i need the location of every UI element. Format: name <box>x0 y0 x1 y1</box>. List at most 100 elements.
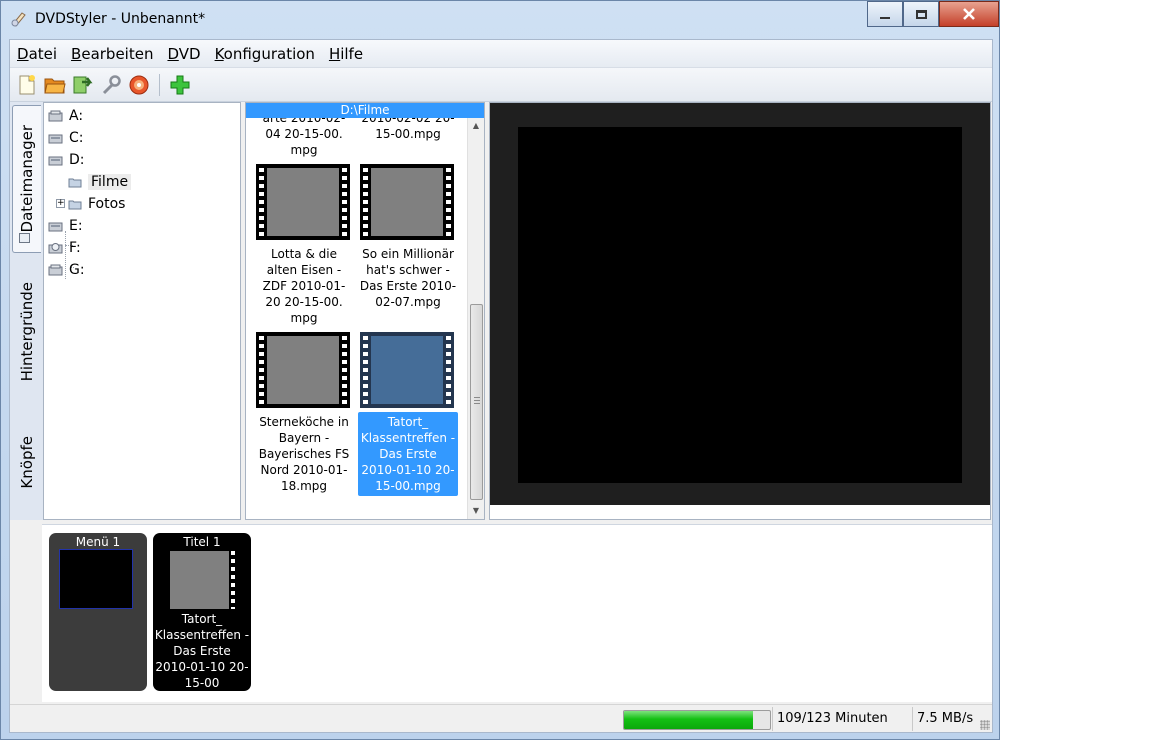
vertical-scrollbar[interactable]: ▲ ▼ <box>467 118 484 519</box>
add-button[interactable] <box>166 71 194 99</box>
file-grid: arte 2010-02- 04 20-15-00. mpg 2010-02-0… <box>246 118 468 519</box>
drive-icon <box>48 134 63 144</box>
video-thumbnail[interactable] <box>360 164 454 240</box>
file-item-label: Sterneköche in Bayern - Bayerisches FS N… <box>254 412 354 496</box>
minimize-button[interactable] <box>867 1 903 27</box>
status-bar: 109/123 Minuten 7.5 MB/s <box>10 704 992 732</box>
app-window: DVDStyler - Unbenannt* Datei Bearbeiten … <box>0 0 1000 740</box>
tab-knoepfe-label: Knöpfe <box>17 435 36 489</box>
titleset-panel: Menü 1 Titel 1 Tatort_ Klassentreffen - … <box>42 524 992 702</box>
disc-usage-progress <box>623 710 771 730</box>
tab-dateimanager-label: Dateimanager <box>18 125 36 233</box>
duration-text: 109/123 Minuten <box>777 711 888 726</box>
cd-drive-icon <box>48 243 63 254</box>
menu-datei-label: Datei <box>17 44 58 63</box>
folder-icon <box>68 178 82 187</box>
menu-konfiguration-label: Konfiguration <box>214 44 315 63</box>
grip-icon <box>474 397 480 404</box>
file-item-label: 2010-02-02 20- 15-00.mpg <box>361 118 455 141</box>
close-button[interactable] <box>939 1 999 27</box>
video-frame <box>267 168 339 236</box>
menu-konfiguration[interactable]: Konfiguration <box>208 45 322 63</box>
title-label-line: Klassentreffen - <box>154 628 250 642</box>
file-item[interactable]: Lotta & die alten Eisen - ZDF 2010-01- 2… <box>254 244 354 328</box>
file-label-line: Das Erste 2010- <box>359 279 457 293</box>
video-thumbnail[interactable] <box>256 332 350 408</box>
tab-dateimanager[interactable]: Dateimanager <box>12 105 41 253</box>
file-label-line: 2010-01-10 20- <box>361 463 455 477</box>
menu-canvas[interactable] <box>518 127 962 483</box>
burn-disc-icon <box>129 75 149 94</box>
file-label-line: Lotta & die <box>271 247 337 261</box>
tree-drive-c[interactable]: C: <box>48 128 84 148</box>
film-perforation <box>259 168 264 236</box>
tree-folder-label: Fotos <box>88 196 126 212</box>
tree-folder-filme[interactable]: Filme <box>68 172 132 192</box>
maximize-button[interactable] <box>903 1 939 27</box>
tree-drive-label: C: <box>69 130 84 146</box>
file-label-line: 20 20-15-00. <box>265 295 343 309</box>
video-thumbnail[interactable] <box>256 164 350 240</box>
film-perforation <box>342 336 347 404</box>
menu-card-caption: Menü 1 <box>75 535 121 549</box>
tree-drive-e[interactable]: E: <box>48 216 83 236</box>
tree-drive-a[interactable]: A: <box>48 106 83 126</box>
directory-tree[interactable]: A: C: D: Filme + Fotos E: F: G: <box>43 102 241 520</box>
menu-datei[interactable]: Datei <box>10 45 64 63</box>
client-area: Datei Bearbeiten DVD Konfiguration Hilfe <box>9 39 993 733</box>
title-label-line: 2010-01-10 20- <box>155 660 249 674</box>
film-perforation <box>342 168 347 236</box>
file-browser[interactable]: D:\Filme arte 2010-02- 04 20-15-00. mpg … <box>245 102 485 520</box>
file-item[interactable]: Sterneköche in Bayern - Bayerisches FS N… <box>254 412 354 496</box>
title-card-caption: Titel 1 <box>183 535 221 549</box>
menu-bearbeiten-label: Bearbeiten <box>71 44 154 63</box>
file-manager-tab-icon <box>19 233 30 243</box>
file-label-line: Bayern - <box>278 431 330 445</box>
menu-bearbeiten[interactable]: Bearbeiten <box>64 45 160 63</box>
duration-segment: 109/123 Minuten <box>772 707 912 731</box>
menu-hilfe[interactable]: Hilfe <box>322 45 370 63</box>
resize-grip-icon[interactable] <box>980 720 990 730</box>
video-thumbnail-selected[interactable] <box>360 332 454 408</box>
tree-drive-f[interactable]: F: <box>48 238 81 258</box>
save-button[interactable] <box>69 71 97 99</box>
menu-card[interactable]: Menü 1 <box>49 533 147 691</box>
title-label-line: Das Erste <box>173 644 231 658</box>
settings-button[interactable] <box>97 71 125 99</box>
file-item-partial[interactable]: 2010-02-02 20- 15-00.mpg <box>358 118 458 144</box>
file-item-partial[interactable]: arte 2010-02- 04 20-15-00. mpg <box>254 118 354 160</box>
burn-button[interactable] <box>125 71 153 99</box>
file-item-label: Lotta & die alten Eisen - ZDF 2010-01- 2… <box>254 244 354 328</box>
open-button[interactable] <box>41 71 69 99</box>
scroll-down-arrow-icon[interactable]: ▼ <box>468 503 484 519</box>
scroll-up-arrow-icon[interactable]: ▲ <box>468 118 484 134</box>
file-item-selected[interactable]: Tatort_ Klassentreffen - Das Erste 2010-… <box>358 412 458 496</box>
tab-knoepfe[interactable]: Knöpfe <box>12 412 41 512</box>
menu-preview-panel[interactable] <box>489 102 991 520</box>
new-file-icon <box>19 74 35 94</box>
file-item[interactable]: So ein Millionär hat's schwer - Das Erst… <box>358 244 458 312</box>
file-item-label: arte 2010-02- 04 20-15-00. mpg <box>262 118 346 157</box>
title-bar[interactable]: DVDStyler - Unbenannt* <box>1 1 999 37</box>
tree-drive-label: E: <box>69 218 83 234</box>
tree-drive-label: D: <box>69 152 85 168</box>
menu-thumbnail <box>59 549 133 609</box>
progress-fill <box>624 711 754 729</box>
tree-folder-fotos[interactable]: Fotos <box>68 194 125 214</box>
dvdstyler-app-icon <box>11 12 26 27</box>
tree-drive-label: A: <box>69 108 84 124</box>
new-button[interactable] <box>13 71 41 99</box>
menu-dvd[interactable]: DVD <box>160 45 207 63</box>
video-frame <box>371 168 443 236</box>
tree-drive-g[interactable]: G: <box>48 260 85 280</box>
file-label-line: Das Erste <box>379 447 437 461</box>
file-label-line: ZDF 2010-01- <box>262 279 346 293</box>
tree-expand-toggle[interactable]: + <box>56 199 65 208</box>
file-label-line: Sterneköche in <box>259 415 349 429</box>
title-card[interactable]: Titel 1 Tatort_ Klassentreffen - Das Ers… <box>153 533 251 691</box>
file-label-line: So ein Millionär <box>362 247 454 261</box>
film-perforation <box>363 168 368 236</box>
tree-drive-d[interactable]: D: <box>48 150 85 170</box>
tab-hintergruende[interactable]: Hintergründe <box>12 262 41 402</box>
scroll-thumb[interactable] <box>470 304 483 500</box>
